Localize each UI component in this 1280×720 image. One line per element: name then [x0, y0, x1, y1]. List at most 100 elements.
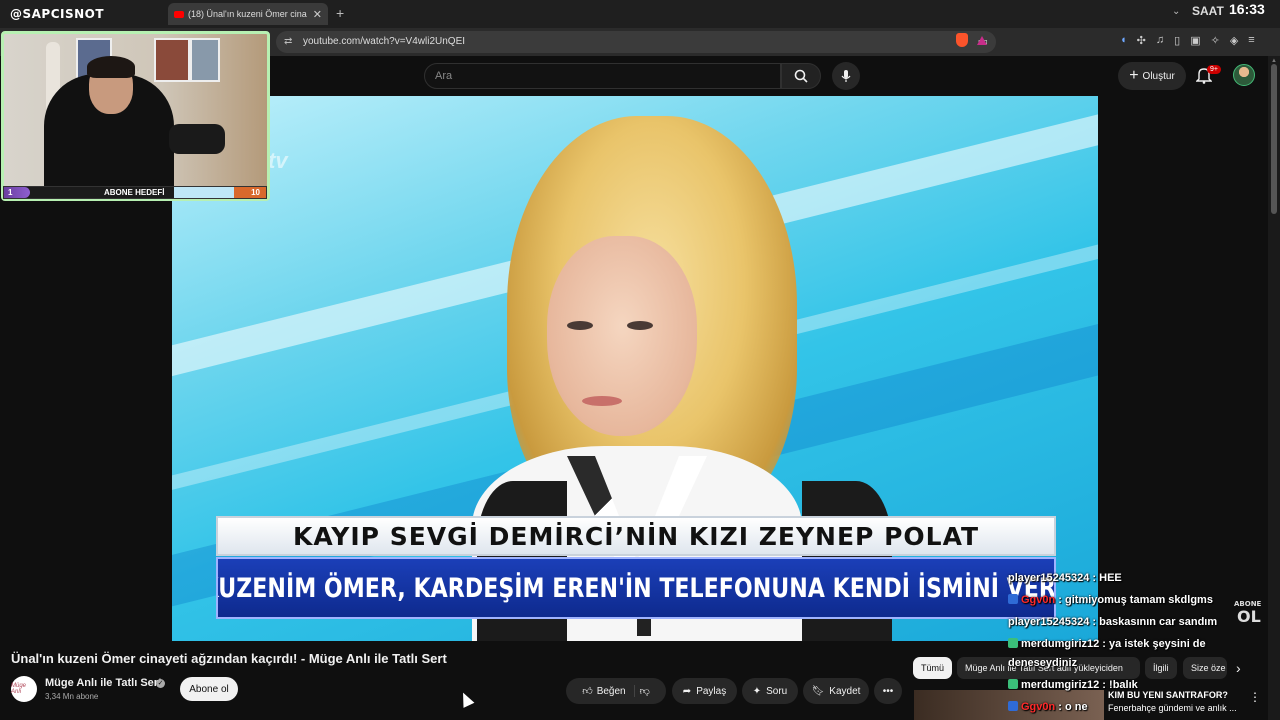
- like-button[interactable]: 👍︎ Beğen: [582, 685, 635, 697]
- presenter-eye: [567, 321, 593, 330]
- leo-icon[interactable]: ✧: [1211, 34, 1220, 47]
- search-input[interactable]: Ara: [424, 63, 781, 89]
- more-vertical-icon[interactable]: ⋮: [1249, 690, 1261, 704]
- search-icon: [794, 69, 808, 83]
- voice-search-button[interactable]: [832, 62, 860, 90]
- subscriber-goal-bar: 1 ABONE HEDEFİ 10: [3, 186, 267, 199]
- presenter-face: [547, 236, 697, 436]
- more-actions-button[interactable]: •••: [874, 678, 902, 704]
- subscribe-button[interactable]: Abone ol: [180, 677, 238, 701]
- presenter-lips: [582, 396, 622, 406]
- chat-text: : gitmiyomuş tamam skdlgms: [1055, 594, 1213, 606]
- channel-name[interactable]: Müge Anlı ile Tatlı Sert: [45, 677, 162, 689]
- vpn-icon[interactable]: ◈: [1230, 34, 1238, 47]
- chip-for-you[interactable]: Size öze: [1183, 657, 1227, 679]
- chat-message: merdumgiriz12 : !balık: [1008, 679, 1138, 691]
- chip-related[interactable]: İlgili: [1145, 657, 1177, 679]
- youtube-favicon-icon: [174, 10, 184, 18]
- scroll-thumb[interactable]: [1271, 64, 1277, 214]
- video-title: Ünal'ın kuzeni Ömer cinayeti ağzından ka…: [11, 651, 447, 666]
- brave-rewards-icon[interactable]: [977, 36, 987, 45]
- mouse-cursor-icon: [457, 690, 475, 708]
- chat-badge-icon: [1008, 638, 1018, 648]
- share-icon: ➦: [682, 685, 692, 697]
- dislike-button[interactable]: 👎︎: [640, 685, 650, 697]
- chat-text: : !balık: [1099, 679, 1138, 691]
- puzzle-icon[interactable]: ✣: [1137, 34, 1146, 47]
- new-tab-button[interactable]: +: [336, 5, 344, 21]
- create-button[interactable]: + Oluştur: [1118, 62, 1186, 90]
- chat-message: Ggv0n : o ne: [1008, 701, 1088, 713]
- music-icon[interactable]: ♫: [1156, 34, 1164, 47]
- streamer-webcam: [1, 31, 270, 201]
- create-label: Oluştur: [1142, 70, 1175, 82]
- microphone-arm: [169, 124, 225, 154]
- account-avatar[interactable]: [1233, 64, 1255, 86]
- presenter-eye: [627, 321, 653, 330]
- brave-shield-icon[interactable]: [956, 33, 968, 47]
- site-info-icon[interactable]: ⇄: [284, 36, 292, 47]
- chat-username: merdumgiriz12: [1021, 638, 1100, 650]
- channel-avatar-text: Müge Anlı: [11, 683, 27, 695]
- browser-tab-strip: @SAPCISNOT (18) Ünal'ın kuzeni Ömer cina…: [0, 0, 1280, 28]
- subscribe-overlay-logo: ABONE OL: [1234, 600, 1264, 626]
- chat-message: merdumgiriz12 : ya istek şeysini de: [1008, 638, 1206, 650]
- goal-start-value: 1: [8, 188, 13, 197]
- goal-end-box: [234, 187, 266, 198]
- lower-third-quote: "KUZENİM ÖMER, KARDEŞİM EREN'İN TELEFONU…: [216, 557, 1056, 619]
- chevron-right-icon[interactable]: ›: [1236, 660, 1241, 676]
- browser-tab-youtube[interactable]: (18) Ünal'ın kuzeni Ömer cina ✕: [168, 3, 328, 25]
- chat-badge-icon: [1008, 594, 1018, 604]
- chip-all[interactable]: Tümü: [913, 657, 953, 679]
- share-label: Paylaş: [696, 685, 727, 697]
- abone-big-text: OL: [1237, 607, 1261, 626]
- thumbs-up-icon: 👍︎: [582, 686, 593, 697]
- chevron-down-icon[interactable]: ⌄: [1172, 6, 1180, 17]
- clock-label: SAAT: [1192, 4, 1224, 18]
- chat-message: player15245324 : baskasının car sandım: [1008, 616, 1217, 628]
- chat-username: Ggv0n: [1021, 701, 1056, 713]
- goal-label: ABONE HEDEFİ: [104, 188, 165, 197]
- chat-text: : o ne: [1055, 701, 1088, 713]
- verified-icon: ✓: [156, 679, 165, 688]
- ask-button[interactable]: ✦ Soru: [742, 678, 798, 704]
- search-button[interactable]: [781, 63, 821, 89]
- goal-end-value: 10: [251, 188, 260, 197]
- chat-message: deneseydiniz: [1008, 657, 1077, 669]
- chat-username: player15245324: [1008, 572, 1090, 584]
- wallet-icon[interactable]: ▣: [1190, 34, 1200, 47]
- headline-text: KAYIP SEVGİ DEMİRCİ’NİN KIZI ZEYNEP POLA…: [292, 521, 980, 551]
- microphone-icon: [841, 70, 851, 82]
- sparkle-icon: ✦: [752, 685, 762, 697]
- save-button[interactable]: 🔖︎ Kaydet: [803, 678, 869, 704]
- quote-text: "KUZENİM ÖMER, KARDEŞİM EREN'İN TELEFONU…: [216, 572, 1056, 604]
- page-scrollbar[interactable]: ▲: [1268, 56, 1280, 720]
- wall-poster: [154, 38, 190, 82]
- chat-message: Ggv0n : gitmiyomuş tamam skdlgms: [1008, 594, 1213, 606]
- tab-close-icon[interactable]: ✕: [313, 8, 322, 21]
- recommendation-subtitle: Fenerbahçe gündemi ve anlık ...: [1108, 703, 1237, 713]
- sidebar-icon[interactable]: ▯: [1174, 34, 1180, 47]
- like-dislike-group: 👍︎ Beğen 👎︎: [566, 678, 666, 704]
- like-label: Beğen: [596, 685, 626, 697]
- extension-icon[interactable]: ◖: [1120, 34, 1127, 47]
- recommendation-title[interactable]: KIM BU YENI SANTRAFOR?: [1108, 690, 1228, 700]
- chat-message: player15245324 : HEE: [1008, 572, 1122, 584]
- plus-icon: +: [1129, 67, 1139, 84]
- channel-avatar[interactable]: Müge Anlı: [11, 676, 37, 702]
- streamer-brand: @SAPCISNOT: [10, 7, 105, 21]
- chat-text: : ya istek şeysini de: [1099, 638, 1206, 650]
- chat-username: Ggv0n: [1021, 594, 1056, 606]
- chat-text: deneseydiniz: [1008, 657, 1078, 669]
- subscriber-count: 3,34 Mn abone: [45, 692, 99, 701]
- share-button[interactable]: ➦ Paylaş: [672, 678, 737, 704]
- bookmark-icon: 🔖︎: [811, 685, 825, 697]
- video-player[interactable]: tv KAYIP SEVGİ DEMİRCİ’NİN KIZI ZEYNEP P…: [172, 96, 1098, 641]
- clock-time: 16:33: [1229, 1, 1265, 17]
- chat-username: player15245324: [1008, 616, 1090, 628]
- chat-badge-icon: [1008, 701, 1018, 711]
- more-horizontal-icon: •••: [882, 685, 894, 697]
- save-label: Kaydet: [829, 685, 861, 697]
- menu-icon[interactable]: ≡: [1248, 34, 1254, 47]
- url-field[interactable]: ⇄ youtube.com/watch?v=V4wli2UnQEI ▭: [276, 31, 996, 53]
